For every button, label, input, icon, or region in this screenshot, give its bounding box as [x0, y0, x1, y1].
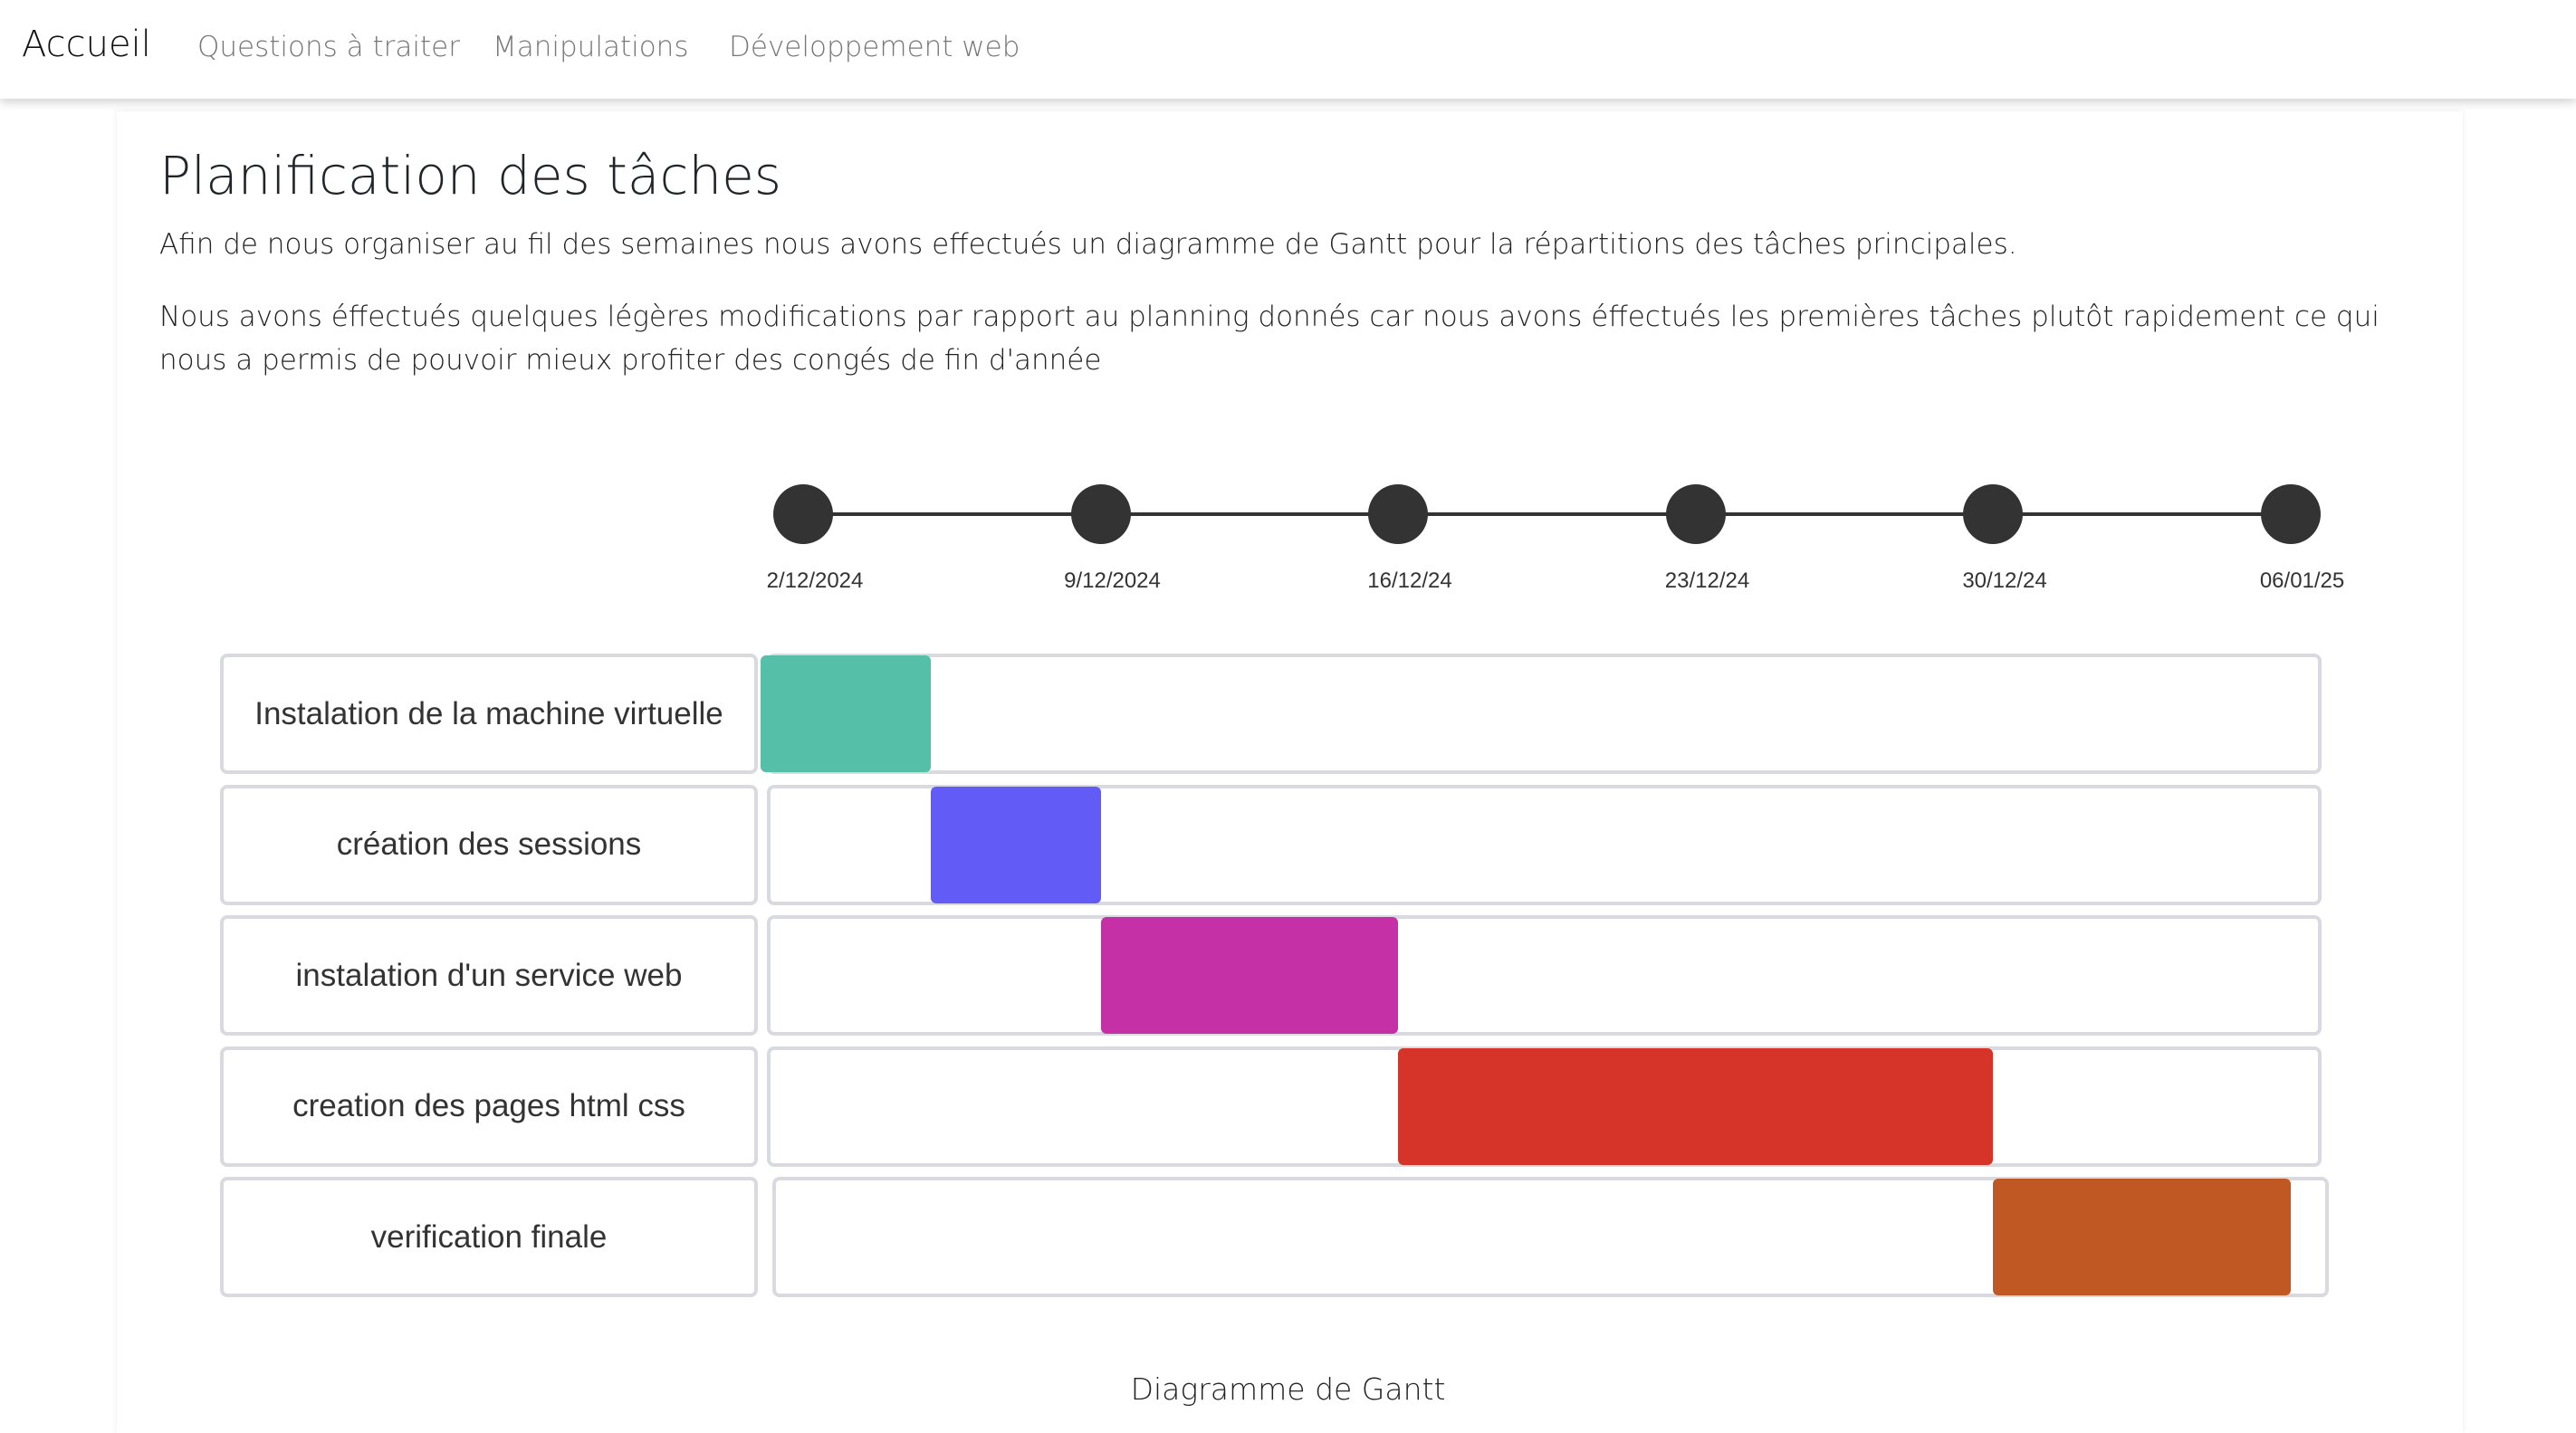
task-track — [767, 915, 2322, 1036]
timeline-dot — [1665, 484, 1726, 544]
task-bar — [1398, 1047, 1994, 1165]
timeline-dot — [2260, 484, 2321, 544]
timeline-dot — [773, 484, 833, 544]
timeline-date-label: 30/12/24 — [1962, 568, 2047, 593]
timeline-dot — [1070, 484, 1131, 544]
timeline-date-label: 2/12/2024 — [766, 568, 864, 593]
task-label: instalation d'un service web — [220, 915, 758, 1036]
nav-link-questions[interactable]: Questions à traiter — [197, 31, 460, 63]
nav-brand-accueil[interactable]: Accueil — [22, 24, 151, 65]
nav-link-developpement-web[interactable]: Développement web — [729, 31, 1020, 63]
intro-paragraph: Afin de nous organiser au fil des semain… — [159, 228, 2017, 261]
nav-link-manipulations[interactable]: Manipulations — [493, 31, 688, 63]
modifications-paragraph: Nous avons éffectués quelques légères mo… — [159, 301, 2380, 377]
timeline-dot — [1963, 484, 2024, 544]
task-label: Instalation de la machine virtuelle — [220, 654, 758, 774]
navbar: Accueil Questions à traiter Manipulation… — [0, 0, 2576, 99]
timeline-dot — [1368, 484, 1429, 544]
timeline-date-label: 16/12/24 — [1367, 568, 1452, 593]
task-label: verification finale — [220, 1177, 758, 1297]
timeline-date-label: 9/12/2024 — [1064, 568, 1161, 593]
task-track — [767, 654, 2322, 774]
chart-caption: Diagramme de Gantt — [1130, 1371, 1446, 1407]
task-label: création des sessions — [220, 784, 758, 905]
task-label: creation des pages html css — [220, 1046, 758, 1167]
timeline-line — [803, 512, 2291, 516]
task-bar — [1100, 917, 1398, 1034]
task-bar — [761, 655, 931, 772]
task-bar — [930, 786, 1101, 903]
timeline-date-label: 23/12/24 — [1664, 568, 1750, 593]
page-title: Planification des tâches — [159, 145, 781, 206]
timeline-date-label: 06/01/25 — [2259, 568, 2345, 593]
task-bar — [1993, 1179, 2291, 1295]
